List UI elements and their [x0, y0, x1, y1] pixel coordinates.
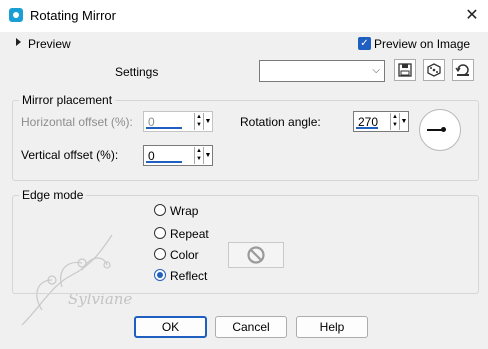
horizontal-offset-label: Horizontal offset (%): [21, 115, 133, 129]
horizontal-offset-spinner[interactable]: ▲ ▼ [194, 113, 203, 130]
chevron-down-icon[interactable]: ▼ [399, 113, 408, 130]
rotation-angle-input[interactable]: 270 ▲ ▼ ▼ [353, 111, 409, 132]
reset-icon [455, 64, 469, 76]
app-icon [9, 8, 23, 22]
settings-label: Settings [115, 65, 159, 79]
edge-mode-wrap-label[interactable]: Wrap [170, 204, 198, 218]
spin-up-icon[interactable]: ▲ [195, 147, 203, 155]
rotation-angle-slider[interactable] [356, 127, 378, 129]
rotation-angle-label: Rotation angle: [240, 115, 321, 129]
edge-color-swatch[interactable] [228, 242, 284, 268]
ok-button[interactable]: OK [134, 316, 207, 338]
window-title: Rotating Mirror [30, 8, 116, 23]
edge-mode-repeat-radio[interactable] [154, 227, 166, 239]
spin-up-icon[interactable]: ▲ [391, 113, 399, 121]
edge-mode-reflect-label[interactable]: Reflect [170, 269, 207, 283]
cancel-button[interactable]: Cancel [215, 316, 287, 338]
chevron-down-icon[interactable]: ▼ [203, 113, 212, 130]
rotation-angle-dial[interactable] [419, 109, 461, 151]
help-button[interactable]: Help [296, 316, 368, 338]
vertical-offset-label: Vertical offset (%): [21, 148, 119, 162]
chevron-down-icon: ⌵ [372, 65, 380, 76]
spin-down-icon[interactable]: ▼ [195, 121, 203, 129]
settings-dropdown[interactable]: ⌵ [259, 60, 385, 82]
spin-down-icon[interactable]: ▼ [391, 121, 399, 129]
spin-down-icon[interactable]: ▼ [195, 155, 203, 163]
edge-mode-wrap-radio[interactable] [154, 204, 166, 216]
edge-mode-legend: Edge mode [19, 188, 87, 202]
reset-button[interactable] [452, 59, 474, 81]
close-icon[interactable]: ✕ [460, 4, 484, 28]
randomize-icon [427, 63, 441, 77]
dial-center-dot [441, 127, 446, 132]
save-icon [398, 63, 412, 77]
edge-mode-reflect-radio[interactable] [154, 269, 166, 281]
no-color-icon [247, 246, 265, 264]
rotation-angle-spinner[interactable]: ▲ ▼ [390, 113, 399, 130]
randomize-button[interactable] [423, 59, 445, 81]
vertical-offset-slider[interactable] [146, 161, 182, 163]
chevron-down-icon[interactable]: ▼ [203, 147, 212, 164]
mirror-placement-legend: Mirror placement [19, 93, 116, 107]
edge-mode-color-label[interactable]: Color [170, 248, 199, 262]
spin-up-icon[interactable]: ▲ [195, 113, 203, 121]
save-preset-button[interactable] [394, 59, 416, 81]
edge-mode-color-radio[interactable] [154, 248, 166, 260]
preview-on-image-label[interactable]: Preview on Image [374, 37, 470, 51]
preview-expand-icon[interactable] [16, 38, 21, 46]
horizontal-offset-slider[interactable] [146, 127, 182, 129]
vertical-offset-input[interactable]: 0 ▲ ▼ ▼ [143, 145, 213, 166]
preview-on-image-checkbox[interactable]: ✓ [358, 37, 371, 50]
vertical-offset-spinner[interactable]: ▲ ▼ [194, 147, 203, 164]
horizontal-offset-input[interactable]: 0 ▲ ▼ ▼ [143, 111, 213, 132]
edge-mode-repeat-label[interactable]: Repeat [170, 227, 209, 241]
preview-toggle[interactable]: Preview [28, 37, 71, 51]
